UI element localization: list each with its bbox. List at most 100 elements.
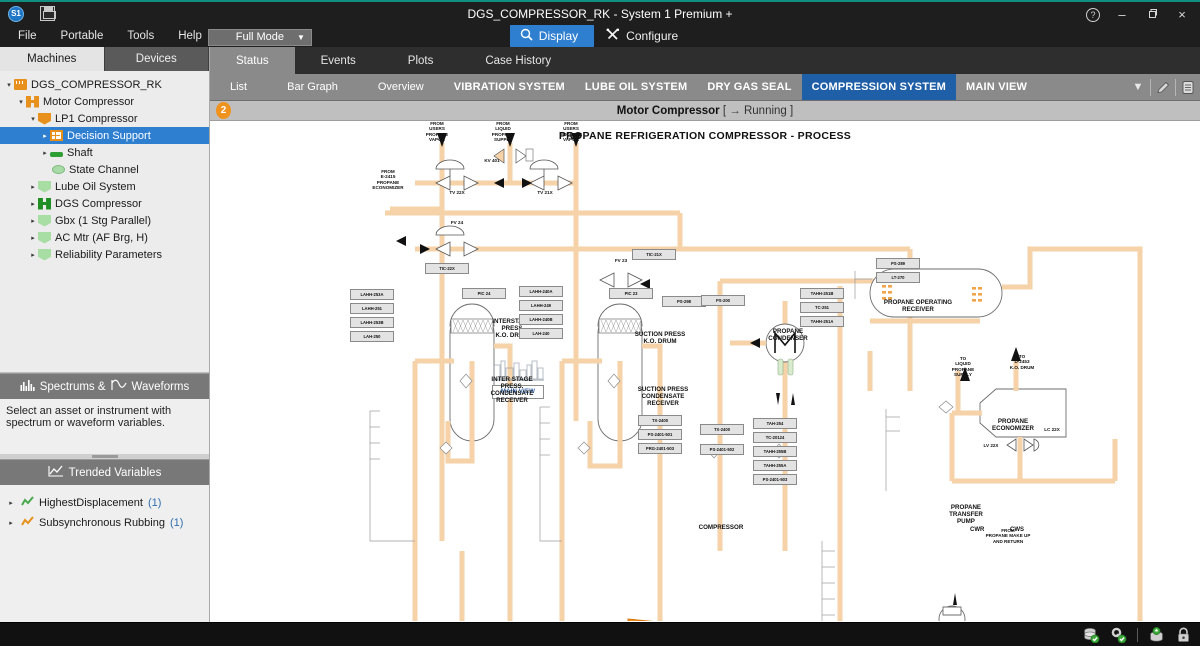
subtab-overview[interactable]: Overview bbox=[358, 74, 444, 100]
trended-variable-label: Subsynchronous Rubbing bbox=[39, 517, 165, 529]
decision-support-icon bbox=[50, 130, 63, 141]
mode-select[interactable]: Full Mode ▼ bbox=[207, 28, 312, 46]
trended-variable-count: (1) bbox=[169, 517, 184, 529]
compressor-icon bbox=[38, 112, 51, 125]
trended-variables-header: Trended Variables bbox=[0, 459, 209, 485]
window-controls: ? – × bbox=[1086, 2, 1196, 27]
subtab-list[interactable]: List bbox=[210, 74, 267, 100]
subtab-compression-system[interactable]: COMPRESSION SYSTEM bbox=[801, 74, 957, 100]
expand-arrow-icon[interactable]: ▸ bbox=[28, 183, 38, 191]
tree-item-label: Gbx (1 Stg Parallel) bbox=[55, 214, 151, 227]
expand-arrow-icon[interactable]: ▸ bbox=[40, 149, 50, 157]
spectrums-label: Spectrums & bbox=[39, 380, 106, 393]
pid-schematic: .pipe { stroke:#f6d2a8; stroke-width:5; … bbox=[369, 133, 1143, 621]
state-channel-icon bbox=[52, 165, 65, 174]
list-item[interactable]: ▸ Subsynchronous Rubbing (1) bbox=[6, 513, 203, 533]
application-window: S1 DGS_COMPRESSOR_RK - System 1 Premium … bbox=[0, 0, 1200, 646]
trended-variables-label: Trended Variables bbox=[68, 466, 162, 479]
subtab-tools: ▼ bbox=[1126, 74, 1200, 100]
expand-arrow-icon[interactable]: ▾ bbox=[4, 81, 14, 89]
status-footer bbox=[0, 622, 1200, 646]
tree-item-label: Shaft bbox=[67, 146, 93, 159]
db-config-icon[interactable] bbox=[1110, 627, 1127, 643]
display-search-icon bbox=[520, 28, 533, 44]
tree-item-lube-oil-system[interactable]: ▸ Lube Oil System bbox=[0, 178, 209, 195]
trend-icon bbox=[48, 465, 64, 480]
minimize-icon[interactable]: – bbox=[1114, 7, 1130, 22]
subtab-dry-gas-seal[interactable]: DRY GAS SEAL bbox=[697, 74, 801, 100]
restore-icon[interactable] bbox=[1144, 7, 1160, 22]
mode-buttons: Display Configure bbox=[0, 25, 1200, 47]
expand-arrow-icon[interactable]: ▸ bbox=[28, 217, 38, 225]
mode-select-value: Full Mode bbox=[235, 31, 285, 43]
pid-diagram-canvas[interactable]: PROPANE REFRIGERATION COMPRESSOR - PROCE… bbox=[210, 121, 1200, 622]
tree-item-label: Lube Oil System bbox=[55, 180, 136, 193]
tree-item-ac-mtr-af-brg-h[interactable]: ▸ AC Mtr (AF Brg, H) bbox=[0, 229, 209, 246]
status-badge[interactable]: 2 bbox=[216, 102, 231, 119]
sidebar: Machines Devices ▾ DGS_COMPRESSOR_RK ▾ Moto… bbox=[0, 47, 210, 622]
subtab-vibration-system[interactable]: VIBRATION SYSTEM bbox=[444, 74, 575, 100]
expand-arrow-icon[interactable]: ▸ bbox=[6, 499, 16, 507]
tools-icon bbox=[606, 28, 620, 44]
factory-icon bbox=[14, 79, 27, 90]
expand-arrow-icon[interactable]: ▸ bbox=[6, 519, 16, 527]
waveform-icon bbox=[110, 379, 127, 394]
list-item[interactable]: ▸ HighestDisplacement (1) bbox=[6, 493, 203, 513]
asset-name: Motor Compressor bbox=[616, 104, 720, 117]
asset-icon bbox=[38, 231, 51, 244]
asset-icon bbox=[38, 180, 51, 193]
tree-item-motor-compressor[interactable]: ▾ Motor Compressor bbox=[0, 93, 209, 110]
main-tabs: Status Events Plots Case History bbox=[210, 47, 1200, 74]
tab-events[interactable]: Events bbox=[295, 47, 382, 74]
display-mode-button[interactable]: Display bbox=[509, 25, 595, 47]
tree-item-dgs-compressor-rk[interactable]: ▾ DGS_COMPRESSOR_RK bbox=[0, 76, 209, 93]
edit-pencil-icon[interactable] bbox=[1151, 80, 1175, 95]
sidebar-tabs: Machines Devices bbox=[0, 47, 209, 71]
subtab-main-view[interactable]: MAIN VIEW bbox=[956, 74, 1037, 100]
tab-status[interactable]: Status bbox=[210, 47, 295, 74]
expand-arrow-icon[interactable]: ▸ bbox=[28, 251, 38, 259]
cwr-label: CWR bbox=[970, 527, 985, 533]
db-connected-icon[interactable] bbox=[1083, 627, 1100, 643]
tree-item-label: State Channel bbox=[69, 163, 139, 176]
save-icon[interactable] bbox=[40, 6, 56, 21]
tree-item-gbx-1-stg-parallel[interactable]: ▸ Gbx (1 Stg Parallel) bbox=[0, 212, 209, 229]
tab-case-history[interactable]: Case History bbox=[459, 47, 577, 74]
tree-item-shaft[interactable]: ▸ Shaft bbox=[0, 144, 209, 161]
expand-arrow-icon[interactable]: ▾ bbox=[28, 115, 38, 123]
spectrum-icon bbox=[20, 379, 35, 394]
trend-line-icon bbox=[21, 516, 34, 530]
tab-plots[interactable]: Plots bbox=[382, 47, 460, 74]
machine-train-icon bbox=[26, 95, 39, 108]
close-icon[interactable]: × bbox=[1174, 7, 1190, 22]
main-view-thumbnail[interactable] bbox=[492, 359, 544, 381]
tree-item-label: AC Mtr (AF Brg, H) bbox=[55, 231, 148, 244]
tree-item-decision-support[interactable]: ▸ Decision Support bbox=[0, 127, 209, 144]
tab-machines[interactable]: Machines bbox=[0, 47, 105, 71]
tree-item-lp1-compressor[interactable]: ▾ LP1 Compressor bbox=[0, 110, 209, 127]
tab-devices[interactable]: Devices bbox=[104, 47, 209, 71]
tree-item-state-channel[interactable]: State Channel bbox=[0, 161, 209, 178]
help-icon[interactable]: ? bbox=[1086, 7, 1100, 22]
subtab-lube-oil-system[interactable]: LUBE OIL SYSTEM bbox=[575, 74, 697, 100]
tree-item-dgs-compressor[interactable]: ▸ DGS Compressor bbox=[0, 195, 209, 212]
tree-item-reliability-parameters[interactable]: ▸ Reliability Parameters bbox=[0, 246, 209, 263]
configure-mode-button[interactable]: Configure bbox=[594, 25, 690, 47]
report-icon[interactable] bbox=[1176, 80, 1200, 95]
expand-arrow-icon[interactable]: ▸ bbox=[28, 234, 38, 242]
main-view-button[interactable]: MAIN VIEW bbox=[492, 385, 544, 399]
shaft-icon bbox=[50, 151, 63, 157]
expand-arrow-icon[interactable]: ▸ bbox=[40, 132, 50, 140]
tree-item-label: Motor Compressor bbox=[43, 95, 135, 108]
expand-arrow-icon[interactable]: ▸ bbox=[28, 200, 38, 208]
subtab-overflow-icon[interactable]: ▼ bbox=[1126, 81, 1150, 93]
subtab-bar-graph[interactable]: Bar Graph bbox=[267, 74, 358, 100]
lock-icon[interactable] bbox=[1175, 627, 1192, 643]
configure-mode-label: Configure bbox=[626, 29, 679, 43]
state-open-bracket: [ bbox=[722, 104, 727, 117]
app-logo-icon: S1 bbox=[8, 5, 24, 22]
db-upload-icon[interactable] bbox=[1148, 626, 1165, 643]
expand-arrow-icon[interactable]: ▾ bbox=[16, 98, 26, 106]
state-arrow-icon: → bbox=[729, 104, 741, 117]
machine-train-dark-icon bbox=[38, 197, 51, 210]
